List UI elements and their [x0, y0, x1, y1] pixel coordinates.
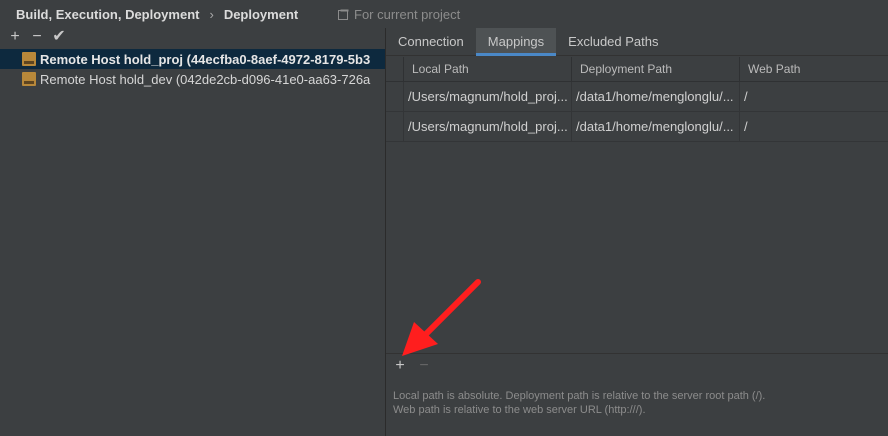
- add-server-button[interactable]: +: [4, 28, 26, 46]
- remove-server-button[interactable]: −: [26, 28, 48, 46]
- sftp-icon: [22, 72, 36, 86]
- hint-line-1: Local path is absolute. Deployment path …: [393, 390, 766, 402]
- scope-indicator: For current project: [338, 6, 460, 22]
- server-name: Remote Host hold_dev (042de2cb-d096-41e0…: [40, 71, 371, 87]
- server-item-hold-dev[interactable]: Remote Host hold_dev (042de2cb-d096-41e0…: [0, 69, 385, 89]
- local-path-cell[interactable]: /Users/magnum/hold_proj...: [403, 82, 571, 111]
- table-row[interactable]: /Users/magnum/hold_proj... /data1/home/m…: [386, 112, 888, 142]
- scope-label: For current project: [354, 6, 461, 22]
- deployment-path-cell[interactable]: /data1/home/menglonglu/...: [571, 112, 739, 141]
- local-path-cell[interactable]: /Users/magnum/hold_proj...: [403, 112, 571, 141]
- table-header: Local Path Deployment Path Web Path: [386, 57, 888, 82]
- server-item-hold-proj[interactable]: Remote Host hold_proj (44ecfba0-8aef-497…: [0, 49, 385, 69]
- server-list-panel: [0, 28, 385, 436]
- add-mapping-button[interactable]: +: [388, 357, 412, 375]
- remove-mapping-button[interactable]: −: [412, 357, 436, 375]
- settings-tabs: Connection Mappings Excluded Paths: [386, 28, 888, 56]
- project-scope-icon: [338, 9, 349, 20]
- column-header-deployment-path[interactable]: Deployment Path: [571, 57, 739, 81]
- breadcrumb-item-build[interactable]: Build, Execution, Deployment: [16, 7, 199, 22]
- column-header-local-path[interactable]: Local Path: [403, 57, 571, 81]
- breadcrumb: Build, Execution, Deployment › Deploymen…: [16, 6, 298, 22]
- table-row[interactable]: /Users/magnum/hold_proj... /data1/home/m…: [386, 82, 888, 112]
- column-header-web-path[interactable]: Web Path: [739, 57, 888, 81]
- sftp-icon: [22, 52, 36, 66]
- deployment-path-cell[interactable]: /data1/home/menglonglu/...: [571, 82, 739, 111]
- tab-connection[interactable]: Connection: [386, 28, 476, 55]
- server-name: Remote Host hold_proj (44ecfba0-8aef-497…: [40, 51, 371, 67]
- tab-excluded-paths[interactable]: Excluded Paths: [556, 28, 670, 55]
- mappings-table: Local Path Deployment Path Web Path /Use…: [386, 57, 888, 353]
- set-default-server-button[interactable]: ✔: [48, 28, 70, 46]
- mappings-toolbar: + −: [386, 353, 888, 378]
- server-list: Remote Host hold_proj (44ecfba0-8aef-497…: [0, 49, 385, 89]
- breadcrumb-separator: ›: [209, 6, 214, 22]
- web-path-cell[interactable]: /: [739, 82, 888, 111]
- hint-line-2: Web path is relative to the web server U…: [393, 404, 646, 416]
- breadcrumb-item-deployment: Deployment: [223, 6, 299, 22]
- mapping-hint: Local path is absolute. Deployment path …: [393, 389, 883, 417]
- web-path-cell[interactable]: /: [739, 112, 888, 141]
- server-list-toolbar: + − ✔: [0, 28, 385, 46]
- tab-mappings[interactable]: Mappings: [475, 28, 557, 56]
